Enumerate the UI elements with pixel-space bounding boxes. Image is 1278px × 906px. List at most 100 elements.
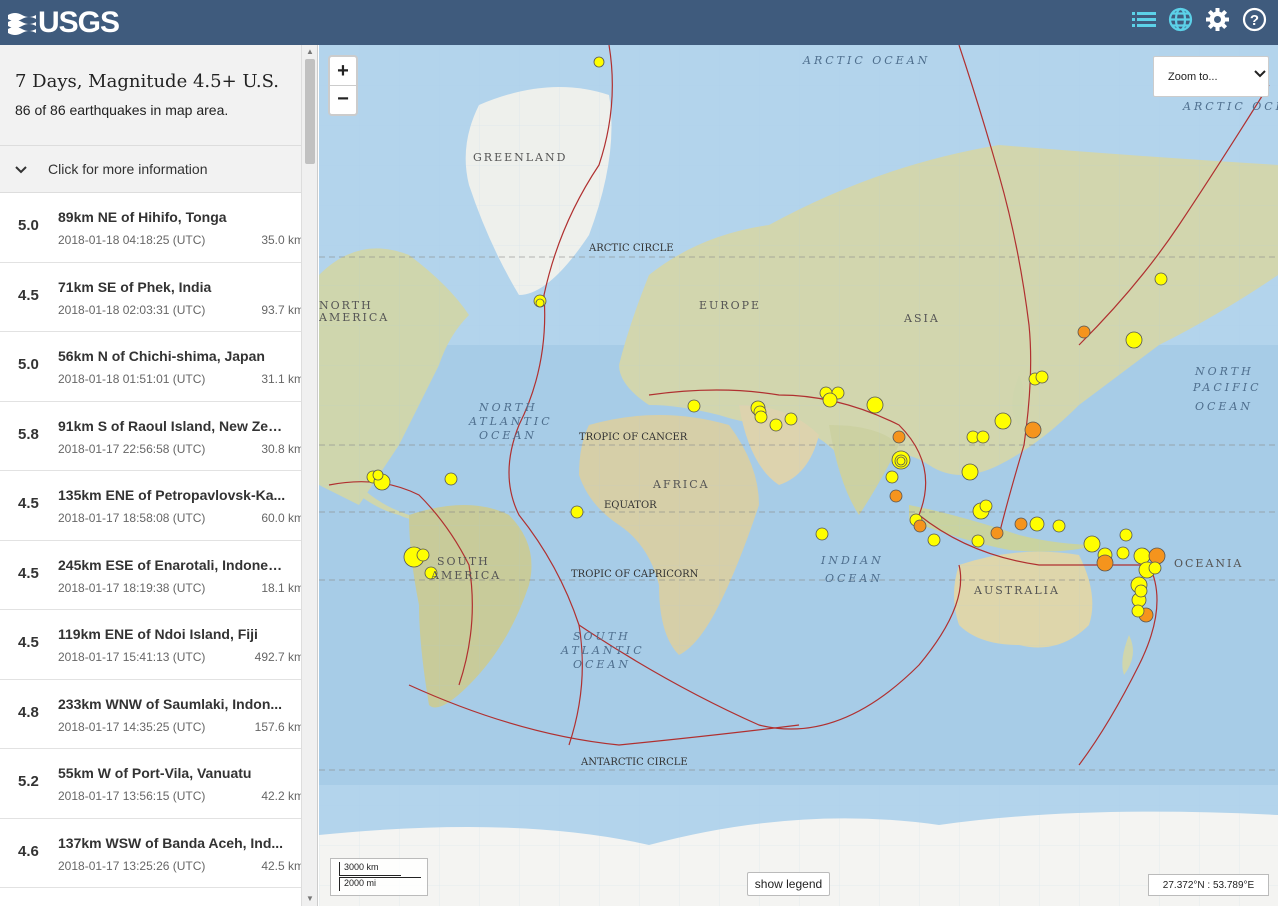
scroll-down-arrow-icon[interactable]: ▼ — [305, 894, 315, 904]
earthquake-place: 137km WSW of Banda Aceh, Ind... — [58, 834, 284, 851]
earthquake-marker[interactable] — [372, 469, 384, 481]
earthquake-magnitude: 5.0 — [18, 356, 39, 373]
earthquake-time: 2018-01-17 15:41:13 (UTC) — [58, 650, 206, 664]
earthquake-marker[interactable] — [1077, 325, 1091, 339]
help-icon[interactable]: ? — [1241, 6, 1268, 33]
earthquake-marker[interactable] — [1119, 528, 1133, 542]
logo-text: USGS — [38, 5, 120, 39]
land-label-africa: AFRICA — [653, 478, 710, 491]
zoom-to-dropdown[interactable]: Zoom to... — [1153, 56, 1269, 97]
earthquake-marker[interactable] — [1148, 547, 1166, 565]
earthquake-marker[interactable] — [1131, 604, 1145, 618]
earthquake-marker[interactable] — [1096, 554, 1114, 572]
scroll-up-arrow-icon[interactable]: ▲ — [305, 47, 315, 57]
land-label-south-america-1: SOUTH — [437, 555, 490, 568]
ocean-label-indian-2: OCEAN — [825, 572, 884, 585]
zoom-in-button[interactable]: + — [330, 57, 356, 85]
earthquake-marker[interactable] — [1154, 272, 1168, 286]
earthquake-marker[interactable] — [1014, 517, 1028, 531]
earthquake-place: 91km S of Raoul Island, New Zea... — [58, 417, 286, 434]
earthquake-marker[interactable] — [1125, 331, 1143, 349]
earthquake-marker[interactable] — [889, 489, 903, 503]
earthquake-magnitude: 5.8 — [18, 425, 39, 443]
earthquake-depth: 30.8 km — [261, 441, 304, 456]
earthquake-time: 2018-01-18 01:51:01 (UTC) — [58, 372, 206, 386]
ocean-label-arctic: ARCTIC OCEAN — [803, 54, 931, 67]
earthquake-depth: 60.0 km — [261, 511, 304, 525]
earthquake-list-item[interactable]: 5.0 89km NE of Hihifo, Tonga 2018-01-18 04… — [0, 193, 317, 263]
earthquake-marker[interactable] — [822, 392, 838, 408]
land-label-australia: AUSTRALIA — [974, 584, 1060, 597]
show-legend-button[interactable]: show legend — [747, 872, 830, 896]
earthquake-marker[interactable] — [1029, 516, 1045, 532]
list-scrollbar[interactable]: ▲ ▼ — [301, 45, 317, 906]
more-info-toggle[interactable]: Click for more information — [0, 146, 317, 193]
earthquake-time: 2018-01-18 02:03:31 (UTC) — [58, 302, 206, 317]
earthquake-marker[interactable] — [1024, 421, 1042, 439]
globe-icon[interactable] — [1167, 6, 1194, 33]
ocean-label-north-atlantic-3: OCEAN — [479, 429, 538, 442]
earthquake-marker[interactable] — [892, 430, 906, 444]
earthquake-marker[interactable] — [687, 399, 701, 413]
earthquake-list-item[interactable]: 4.6 137km WSW of Banda Aceh, Ind... 2018-0… — [0, 819, 317, 888]
earthquake-marker[interactable] — [1083, 535, 1101, 553]
earthquake-place: 135km ENE of Petropavlovsk-Ka... — [58, 487, 286, 503]
earthquake-marker[interactable] — [815, 527, 829, 541]
earthquake-marker[interactable] — [769, 418, 783, 432]
earthquake-marker[interactable] — [990, 526, 1004, 540]
earthquake-marker[interactable] — [1116, 546, 1130, 560]
earthquake-time: 2018-01-17 18:19:38 (UTC) — [58, 580, 206, 595]
cursor-coordinates: 27.372°N : 53.789°E — [1148, 874, 1269, 896]
earthquake-marker[interactable] — [444, 472, 458, 486]
earthquake-marker[interactable] — [593, 56, 605, 68]
scale-mi: 2000 mi — [339, 877, 421, 891]
earthquake-list-item[interactable]: 4.5 245km ESE of Enarotali, Indonesia 2018… — [0, 541, 317, 610]
earthquake-list-item[interactable]: 4.5 71km SE of Phek, India 2018-01-18 02:0… — [0, 263, 317, 332]
earthquake-marker[interactable] — [885, 470, 899, 484]
list-icon[interactable] — [1130, 6, 1157, 33]
earthquake-marker[interactable] — [570, 505, 584, 519]
earthquake-marker[interactable] — [866, 396, 884, 414]
earthquake-marker[interactable] — [784, 412, 798, 426]
earthquake-time: 2018-01-17 13:25:26 (UTC) — [58, 858, 206, 873]
app-header: USGS ? — [0, 0, 1278, 45]
earthquake-list-item[interactable]: 4.5 119km ENE of Ndoi Island, Fiji 2018-01… — [0, 610, 317, 680]
earthquake-marker[interactable] — [416, 548, 430, 562]
ocean-label-south-atlantic-3: OCEAN — [573, 658, 632, 671]
earthquake-marker[interactable] — [1148, 561, 1162, 575]
earthquake-marker[interactable] — [913, 519, 927, 533]
earthquake-magnitude: 4.5 — [18, 286, 39, 304]
ocean-label-north-atlantic-1: NORTH — [479, 401, 538, 414]
earthquake-map[interactable]: ARCTIC OCEAN ARCTIC OCEAN NORTH ATLANTIC… — [319, 45, 1278, 906]
earthquake-marker[interactable] — [927, 533, 941, 547]
scale-km: 3000 km — [339, 862, 401, 876]
antarctic-circle-label: ANTARCTIC CIRCLE — [581, 757, 688, 768]
land-label-europe: EUROPE — [699, 299, 762, 312]
scroll-thumb[interactable] — [305, 59, 315, 164]
earthquake-list-item[interactable]: 5.2 55km W of Port-Vila, Vanuatu 2018-01-1… — [0, 749, 317, 819]
earthquake-marker[interactable] — [1052, 519, 1066, 533]
earthquake-marker[interactable] — [535, 298, 545, 308]
earthquake-magnitude: 4.6 — [18, 842, 39, 860]
zoom-out-button[interactable]: − — [330, 85, 356, 113]
earthquake-list-item[interactable]: 4.8 233km WNW of Saumlaki, Indon... 2018-0… — [0, 680, 317, 749]
earthquake-marker[interactable] — [961, 463, 979, 481]
earthquake-marker[interactable] — [979, 499, 993, 513]
earthquake-list-item[interactable]: 5.8 91km S of Raoul Island, New Zea... 201… — [0, 402, 317, 471]
earthquake-list-item[interactable]: 5.0 56km N of Chichi-shima, Japan 2018-01-… — [0, 332, 317, 402]
earthquake-marker[interactable] — [976, 430, 990, 444]
land-label-north-america-2: AMERICA — [319, 311, 390, 324]
earthquake-marker[interactable] — [1133, 547, 1151, 565]
earthquake-marker[interactable] — [754, 410, 768, 424]
gear-icon[interactable] — [1204, 6, 1231, 33]
earthquake-marker[interactable] — [994, 412, 1012, 430]
earthquake-list-item[interactable]: 4.5 135km ENE of Petropavlovsk-Ka... 2018-… — [0, 471, 317, 541]
earthquake-marker[interactable] — [896, 456, 906, 466]
earthquake-depth: 492.7 km — [254, 650, 304, 664]
more-info-label: Click for more information — [48, 161, 208, 177]
usgs-logo[interactable]: USGS — [8, 0, 120, 45]
earthquake-marker[interactable] — [1035, 370, 1049, 384]
earthquake-marker[interactable] — [1134, 584, 1148, 598]
earthquake-magnitude: 5.0 — [18, 217, 39, 234]
earthquake-marker[interactable] — [971, 534, 985, 548]
